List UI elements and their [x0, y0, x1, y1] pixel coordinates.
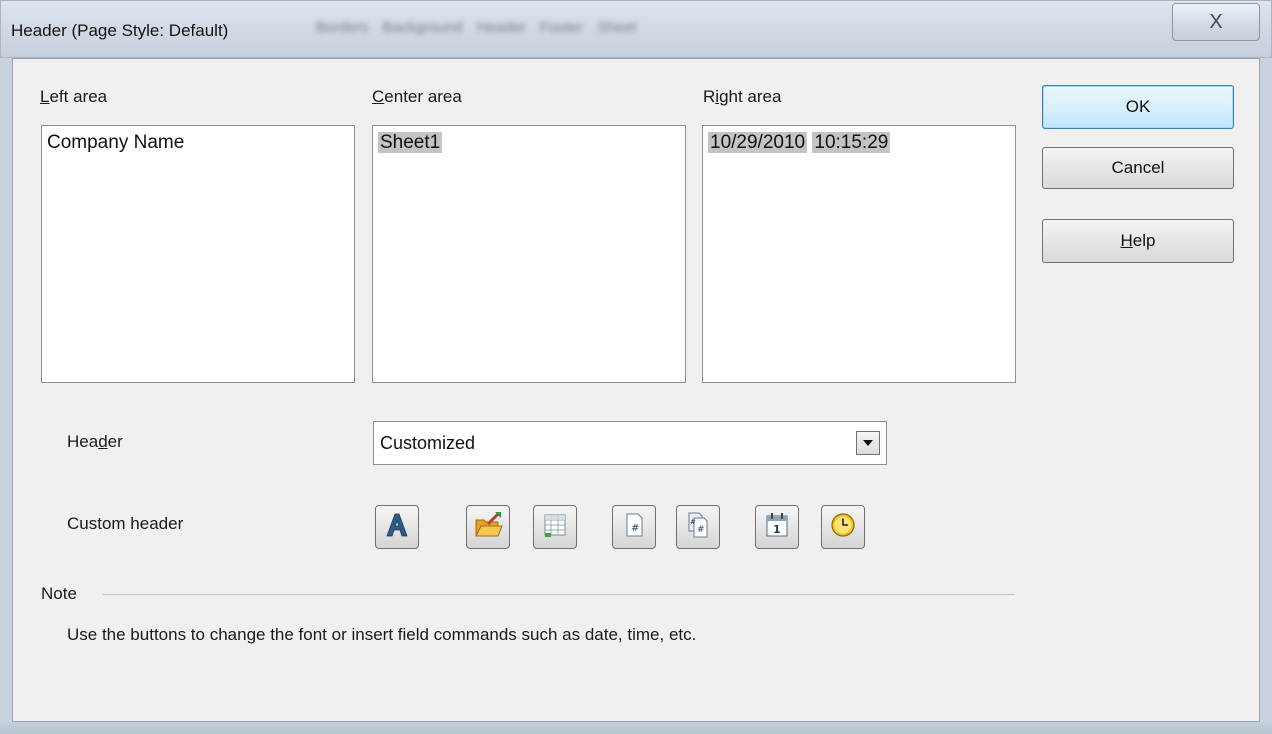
- note-text: Use the buttons to change the font or in…: [67, 625, 697, 644]
- header-select-value: Customized: [380, 433, 476, 453]
- title-bar: Header (Page Style: Default) Borders Bac…: [0, 0, 1272, 58]
- left-area-label: Left area: [40, 87, 108, 106]
- date-icon: 1: [763, 511, 791, 544]
- header-label: Header: [67, 432, 123, 451]
- date-button[interactable]: 1: [755, 505, 799, 549]
- note-label: Note: [41, 584, 77, 603]
- text-attributes-icon: [383, 511, 411, 544]
- time-icon: [829, 511, 857, 544]
- close-icon: X: [1209, 10, 1223, 33]
- chevron-down-icon[interactable]: [856, 431, 880, 455]
- note-divider: [103, 594, 1015, 595]
- tab-sheet: Sheet: [597, 19, 637, 36]
- custom-header-label: Custom header: [67, 514, 184, 533]
- time-button[interactable]: [821, 505, 865, 549]
- title-button[interactable]: [466, 505, 510, 549]
- page-count-icon: # #: [684, 511, 712, 544]
- center-area-label: Center area: [372, 87, 462, 106]
- close-button[interactable]: X: [1172, 3, 1260, 41]
- window-frame-bottom: [0, 722, 1272, 734]
- center-area-editor[interactable]: Sheet1: [372, 125, 686, 383]
- ok-button-label: OK: [1125, 97, 1151, 116]
- svg-text:#: #: [631, 523, 639, 534]
- text-attributes-button[interactable]: [375, 505, 419, 549]
- right-area-editor[interactable]: 10/29/2010 10:15:29: [702, 125, 1016, 383]
- right-area-label: Right area: [703, 87, 782, 106]
- help-button[interactable]: Help: [1042, 219, 1234, 263]
- tab-background: Background: [382, 19, 463, 36]
- tab-header: Header: [476, 19, 526, 36]
- page-count-button[interactable]: # #: [676, 505, 720, 549]
- sheet-name-icon: [541, 511, 569, 544]
- tab-footer: Footer: [539, 19, 584, 36]
- left-area-editor[interactable]: Company Name: [41, 125, 355, 383]
- left-area-text: Company Name: [47, 132, 185, 153]
- title-icon: [473, 510, 503, 545]
- cancel-button[interactable]: Cancel: [1042, 147, 1234, 189]
- window-title: Header (Page Style: Default): [11, 21, 229, 40]
- dialog-body: Left area Center area Right area Company…: [12, 58, 1260, 722]
- cancel-button-label: Cancel: [1111, 158, 1165, 177]
- svg-text:#: #: [697, 525, 705, 535]
- sheet-name-field: Sheet1: [378, 132, 443, 153]
- svg-text:1: 1: [773, 523, 781, 536]
- svg-text:#: #: [690, 518, 696, 526]
- background-tabs: Borders Background Header Footer Sheet: [316, 19, 636, 36]
- date-field: 10/29/2010: [708, 132, 808, 153]
- help-button-label: Help: [1120, 231, 1156, 250]
- ok-button[interactable]: OK: [1042, 85, 1234, 129]
- page-number-button[interactable]: #: [612, 505, 656, 549]
- header-select[interactable]: Customized: [373, 421, 887, 465]
- tab-borders: Borders: [316, 19, 369, 36]
- page-number-icon: #: [620, 511, 648, 544]
- sheet-name-button[interactable]: [533, 505, 577, 549]
- time-field: 10:15:29: [812, 132, 891, 153]
